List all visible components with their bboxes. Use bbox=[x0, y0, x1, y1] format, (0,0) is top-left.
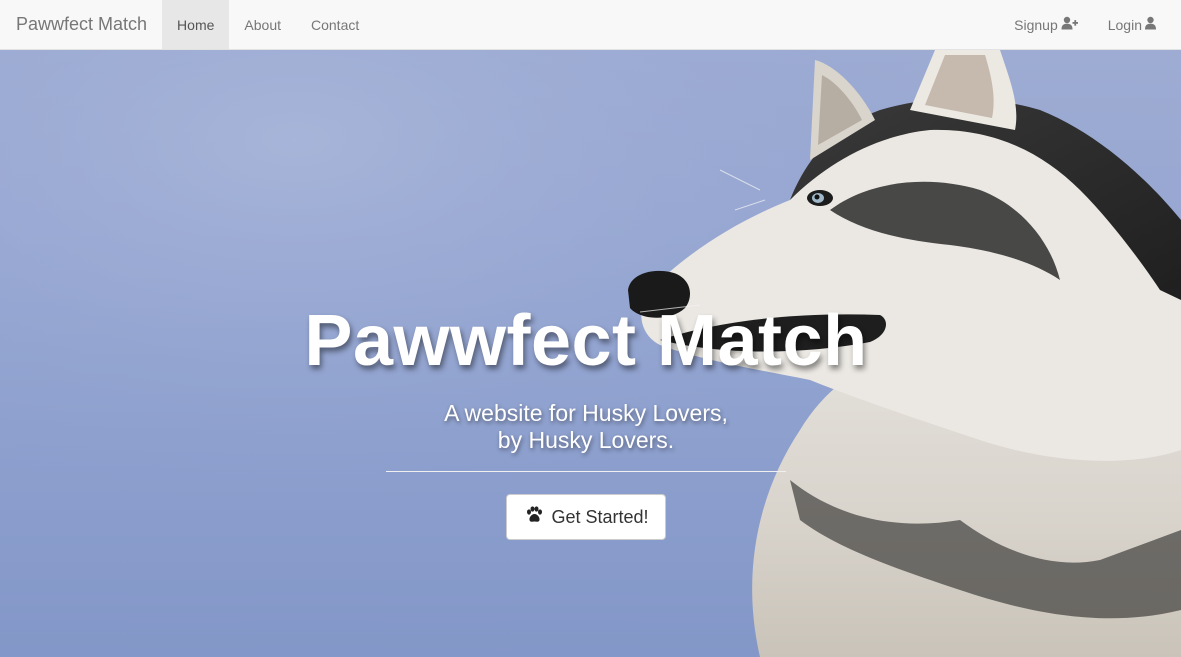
nav-home[interactable]: Home bbox=[162, 0, 230, 49]
nav-contact[interactable]: Contact bbox=[296, 0, 374, 49]
hero-subtitle-line1: A website for Husky Lovers, bbox=[444, 400, 728, 426]
get-started-label: Get Started! bbox=[551, 506, 649, 527]
signup-label: Signup bbox=[1014, 16, 1058, 33]
hero-section: Pawwfect Match A website for Husky Lover… bbox=[0, 50, 1181, 657]
user-icon bbox=[1145, 16, 1156, 33]
hero-subtitle-line2: by Husky Lovers. bbox=[497, 427, 675, 453]
brand-link[interactable]: Pawwfect Match bbox=[0, 0, 162, 49]
login-label: Login bbox=[1107, 16, 1142, 33]
signup-link[interactable]: Signup bbox=[999, 0, 1093, 49]
get-started-button[interactable]: Get Started! bbox=[506, 494, 666, 540]
main-nav: Home About Contact bbox=[162, 0, 374, 49]
paw-icon bbox=[525, 505, 543, 529]
account-nav: Signup Login bbox=[999, 0, 1171, 49]
login-link[interactable]: Login bbox=[1093, 0, 1171, 49]
hero-content: Pawwfect Match A website for Husky Lover… bbox=[286, 300, 886, 540]
hero-divider bbox=[386, 471, 786, 472]
nav-about[interactable]: About bbox=[229, 0, 296, 49]
hero-title: Pawwfect Match bbox=[304, 301, 868, 381]
user-plus-icon bbox=[1061, 16, 1078, 33]
hero-subtitle: A website for Husky Lovers, by Husky Lov… bbox=[286, 400, 886, 454]
navbar: Pawwfect Match Home About Contact Signup bbox=[0, 0, 1181, 50]
